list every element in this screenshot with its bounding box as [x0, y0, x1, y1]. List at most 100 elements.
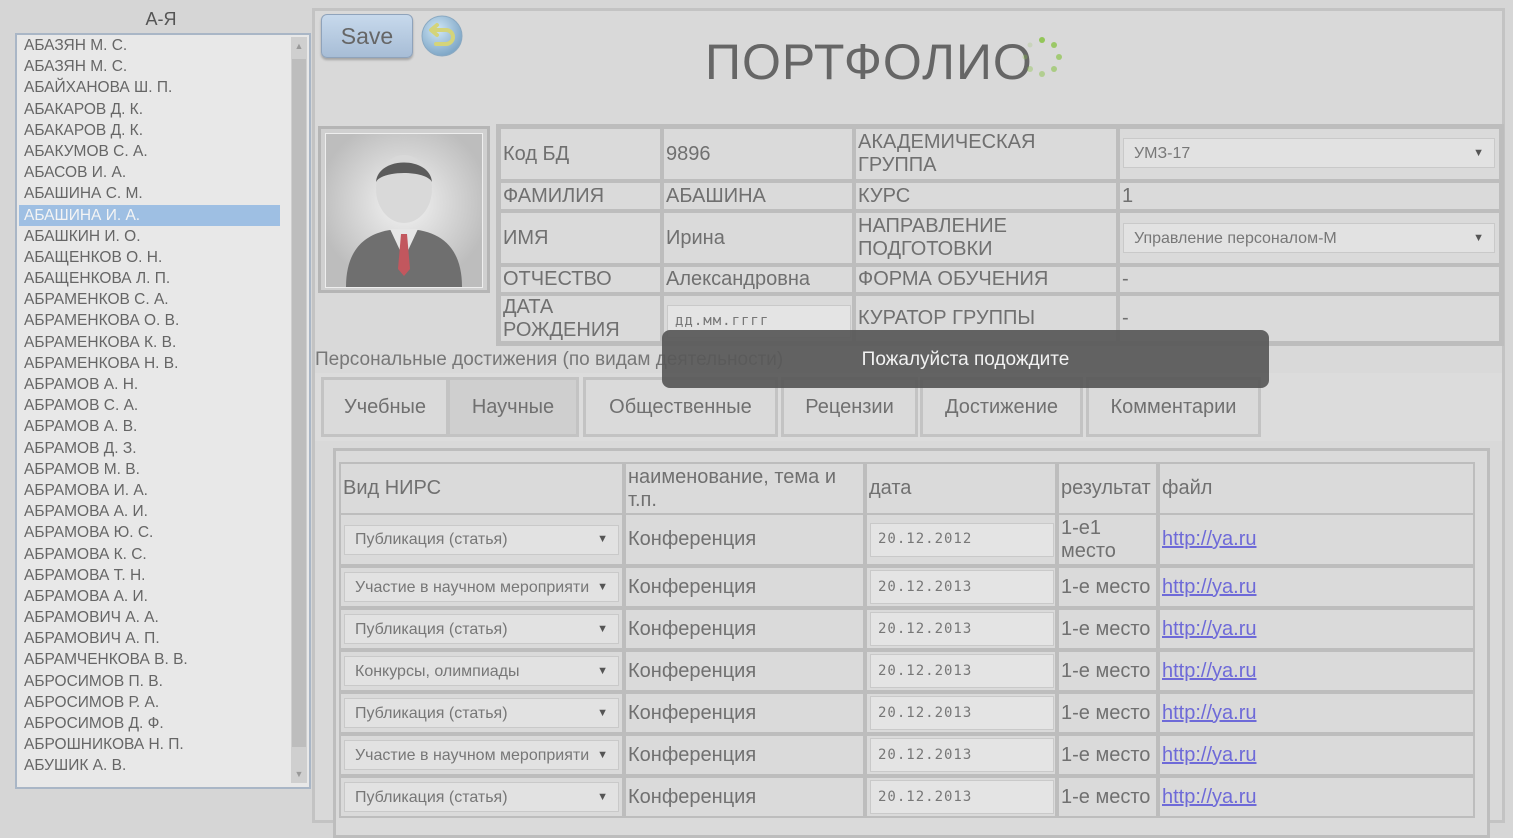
- student-list-panel: А-Я АБАЗЯН М. С. АБАЗЯН М. С. АБАЙХАНОВА Ш…: [12, 8, 311, 823]
- type-value: Публикация (статья): [355, 704, 508, 722]
- result-cell: 1-е место: [1057, 650, 1158, 692]
- list-item[interactable]: АБРАМОВ Д. З.: [19, 438, 280, 459]
- tab-0[interactable]: Учебные: [321, 377, 449, 437]
- column-header: наименование, тема и т.п.: [624, 462, 865, 515]
- list-item[interactable]: АБРАМЕНКОВА К. В.: [19, 332, 280, 353]
- list-item[interactable]: АБРАМОВА А. И.: [19, 501, 280, 522]
- type-select[interactable]: Публикация (статья) ▼: [344, 524, 619, 555]
- list-item[interactable]: АБРАМОВ А. В.: [19, 416, 280, 437]
- tab-1[interactable]: Научные: [447, 377, 579, 437]
- list-item[interactable]: АБАКУМОВ С. А.: [19, 141, 280, 162]
- name-label: ИМЯ: [499, 211, 662, 265]
- result-cell: 1-е место: [1057, 566, 1158, 608]
- name-cell: Конференция: [624, 566, 865, 608]
- list-item[interactable]: АБРАМОВА К. С.: [19, 544, 280, 565]
- name-cell: Конференция: [624, 776, 865, 818]
- list-item[interactable]: АБАЩЕНКОВ О. Н.: [19, 247, 280, 268]
- loader-icon: [1020, 35, 1064, 79]
- chevron-down-icon: ▼: [597, 664, 608, 677]
- list-item[interactable]: АБРАМОВА Т. Н.: [19, 565, 280, 586]
- date-cell: 20.12.2013: [865, 608, 1057, 650]
- type-select[interactable]: Публикация (статья) ▼: [344, 614, 619, 644]
- result-cell: 1-е место: [1057, 692, 1158, 734]
- type-value: Публикация (статья): [355, 531, 508, 548]
- direction-select[interactable]: Управление персоналом-М ▼: [1123, 223, 1495, 253]
- date-cell: 20.12.2013: [865, 776, 1057, 818]
- list-item[interactable]: АБАЙХАНОВА Ш. П.: [19, 77, 280, 98]
- list-item[interactable]: АБАЗЯН М. С.: [19, 35, 280, 56]
- list-item[interactable]: АБАКАРОВ Д. К.: [19, 120, 280, 141]
- avatar: [318, 126, 490, 293]
- group-select[interactable]: УМЗ-17 ▼: [1123, 138, 1495, 168]
- list-item[interactable]: АБАШКИН И. О.: [19, 226, 280, 247]
- list-item[interactable]: АБАКАРОВ Д. К.: [19, 99, 280, 120]
- course-value: 1: [1118, 181, 1501, 211]
- date-input[interactable]: 20.12.2013: [870, 696, 1054, 730]
- type-select[interactable]: Участие в научном мероприяти ▼: [344, 740, 619, 770]
- list-item[interactable]: АБАШИНА С. М.: [19, 183, 280, 204]
- list-item[interactable]: АБАСОВ И. А.: [19, 162, 280, 183]
- date-input[interactable]: 20.12.2013: [870, 654, 1054, 688]
- file-link[interactable]: http://ya.ru: [1162, 618, 1257, 641]
- list-item[interactable]: АБРОСИМОВ П. В.: [19, 671, 280, 692]
- db-code-value: 9896: [662, 127, 854, 181]
- file-cell: http://ya.ru: [1158, 776, 1475, 818]
- list-item[interactable]: АБУШИК А. В.: [19, 755, 280, 776]
- study-form-value: -: [1118, 265, 1501, 294]
- scroll-up-icon[interactable]: ▲: [291, 37, 307, 55]
- file-link[interactable]: http://ya.ru: [1162, 660, 1257, 683]
- list-item[interactable]: АБРАМЧЕНКОВА В. В.: [19, 649, 280, 670]
- study-form-label: ФОРМА ОБУЧЕНИЯ: [854, 265, 1118, 294]
- list-scrollbar[interactable]: ▲ ▼: [291, 37, 307, 783]
- achievements-table: Вид НИРС наименование, тема и т.п. дата рез…: [333, 448, 1490, 838]
- list-item[interactable]: АБРАМОВИЧ А. А.: [19, 607, 280, 628]
- list-item[interactable]: АБРАМЕНКОВА Н. В.: [19, 353, 280, 374]
- chevron-down-icon: ▼: [597, 790, 608, 803]
- list-item[interactable]: АБРОСИМОВ Р. А.: [19, 692, 280, 713]
- type-select[interactable]: Публикация (статья) ▼: [344, 782, 619, 812]
- date-input[interactable]: 20.12.2013: [870, 780, 1054, 814]
- name-cell: Конференция: [624, 650, 865, 692]
- list-item[interactable]: АБРАМЕНКОВ С. А.: [19, 289, 280, 310]
- list-item[interactable]: АБРАМОВ С. А.: [19, 395, 280, 416]
- type-value: Участие в научном мероприяти: [355, 578, 590, 596]
- file-link[interactable]: http://ya.ru: [1162, 702, 1257, 725]
- type-select[interactable]: Публикация (статья) ▼: [344, 698, 619, 728]
- list-item[interactable]: АБРАМОВА А. И.: [19, 586, 280, 607]
- type-select[interactable]: Конкурсы, олимпиады ▼: [344, 656, 619, 686]
- student-list[interactable]: АБАЗЯН М. С. АБАЗЯН М. С. АБАЙХАНОВА Ш. П.…: [15, 33, 311, 789]
- chevron-down-icon: ▼: [597, 580, 608, 593]
- list-item[interactable]: АБРАМЕНКОВА О. В.: [19, 310, 280, 331]
- group-cell: УМЗ-17 ▼: [1118, 127, 1501, 181]
- type-value: Участие в научном мероприяти: [355, 746, 590, 764]
- date-input[interactable]: 20.12.2013: [870, 738, 1054, 772]
- date-cell: 20.12.2013: [865, 650, 1057, 692]
- scroll-down-icon[interactable]: ▼: [291, 765, 307, 783]
- list-item[interactable]: АБРАМОВА Ю. С.: [19, 522, 280, 543]
- list-item[interactable]: АБРАМОВ М. В.: [19, 459, 280, 480]
- file-link[interactable]: http://ya.ru: [1162, 528, 1257, 551]
- scroll-thumb[interactable]: [292, 59, 306, 747]
- list-item[interactable]: АБРАМОВА И. А.: [19, 480, 280, 501]
- column-header: дата: [865, 462, 1057, 515]
- file-cell: http://ya.ru: [1158, 692, 1475, 734]
- list-item[interactable]: АБРАМОВИЧ А. П.: [19, 628, 280, 649]
- result-cell: 1-е место: [1057, 608, 1158, 650]
- type-select[interactable]: Участие в научном мероприяти ▼: [344, 572, 619, 602]
- date-input[interactable]: 20.12.2012: [870, 522, 1054, 557]
- save-button[interactable]: Save: [321, 14, 413, 58]
- undo-icon[interactable]: [420, 14, 464, 58]
- file-link[interactable]: http://ya.ru: [1162, 786, 1257, 809]
- date-input[interactable]: 20.12.2013: [870, 570, 1054, 604]
- file-link[interactable]: http://ya.ru: [1162, 744, 1257, 767]
- list-item[interactable]: АБРОШНИКОВА Н. П.: [19, 734, 280, 755]
- date-input[interactable]: 20.12.2013: [870, 612, 1054, 646]
- group-value: УМЗ-17: [1134, 144, 1191, 162]
- list-item[interactable]: АБАЗЯН М. С.: [19, 56, 280, 77]
- list-item[interactable]: АБРОСИМОВ Д. Ф.: [19, 713, 280, 734]
- name-cell: Конференция: [624, 692, 865, 734]
- file-link[interactable]: http://ya.ru: [1162, 576, 1257, 599]
- list-item[interactable]: АБРАМОВ А. Н.: [19, 374, 280, 395]
- list-item[interactable]: АБАШИНА И. А.: [19, 204, 280, 226]
- list-item[interactable]: АБАЩЕНКОВА Л. П.: [19, 268, 280, 289]
